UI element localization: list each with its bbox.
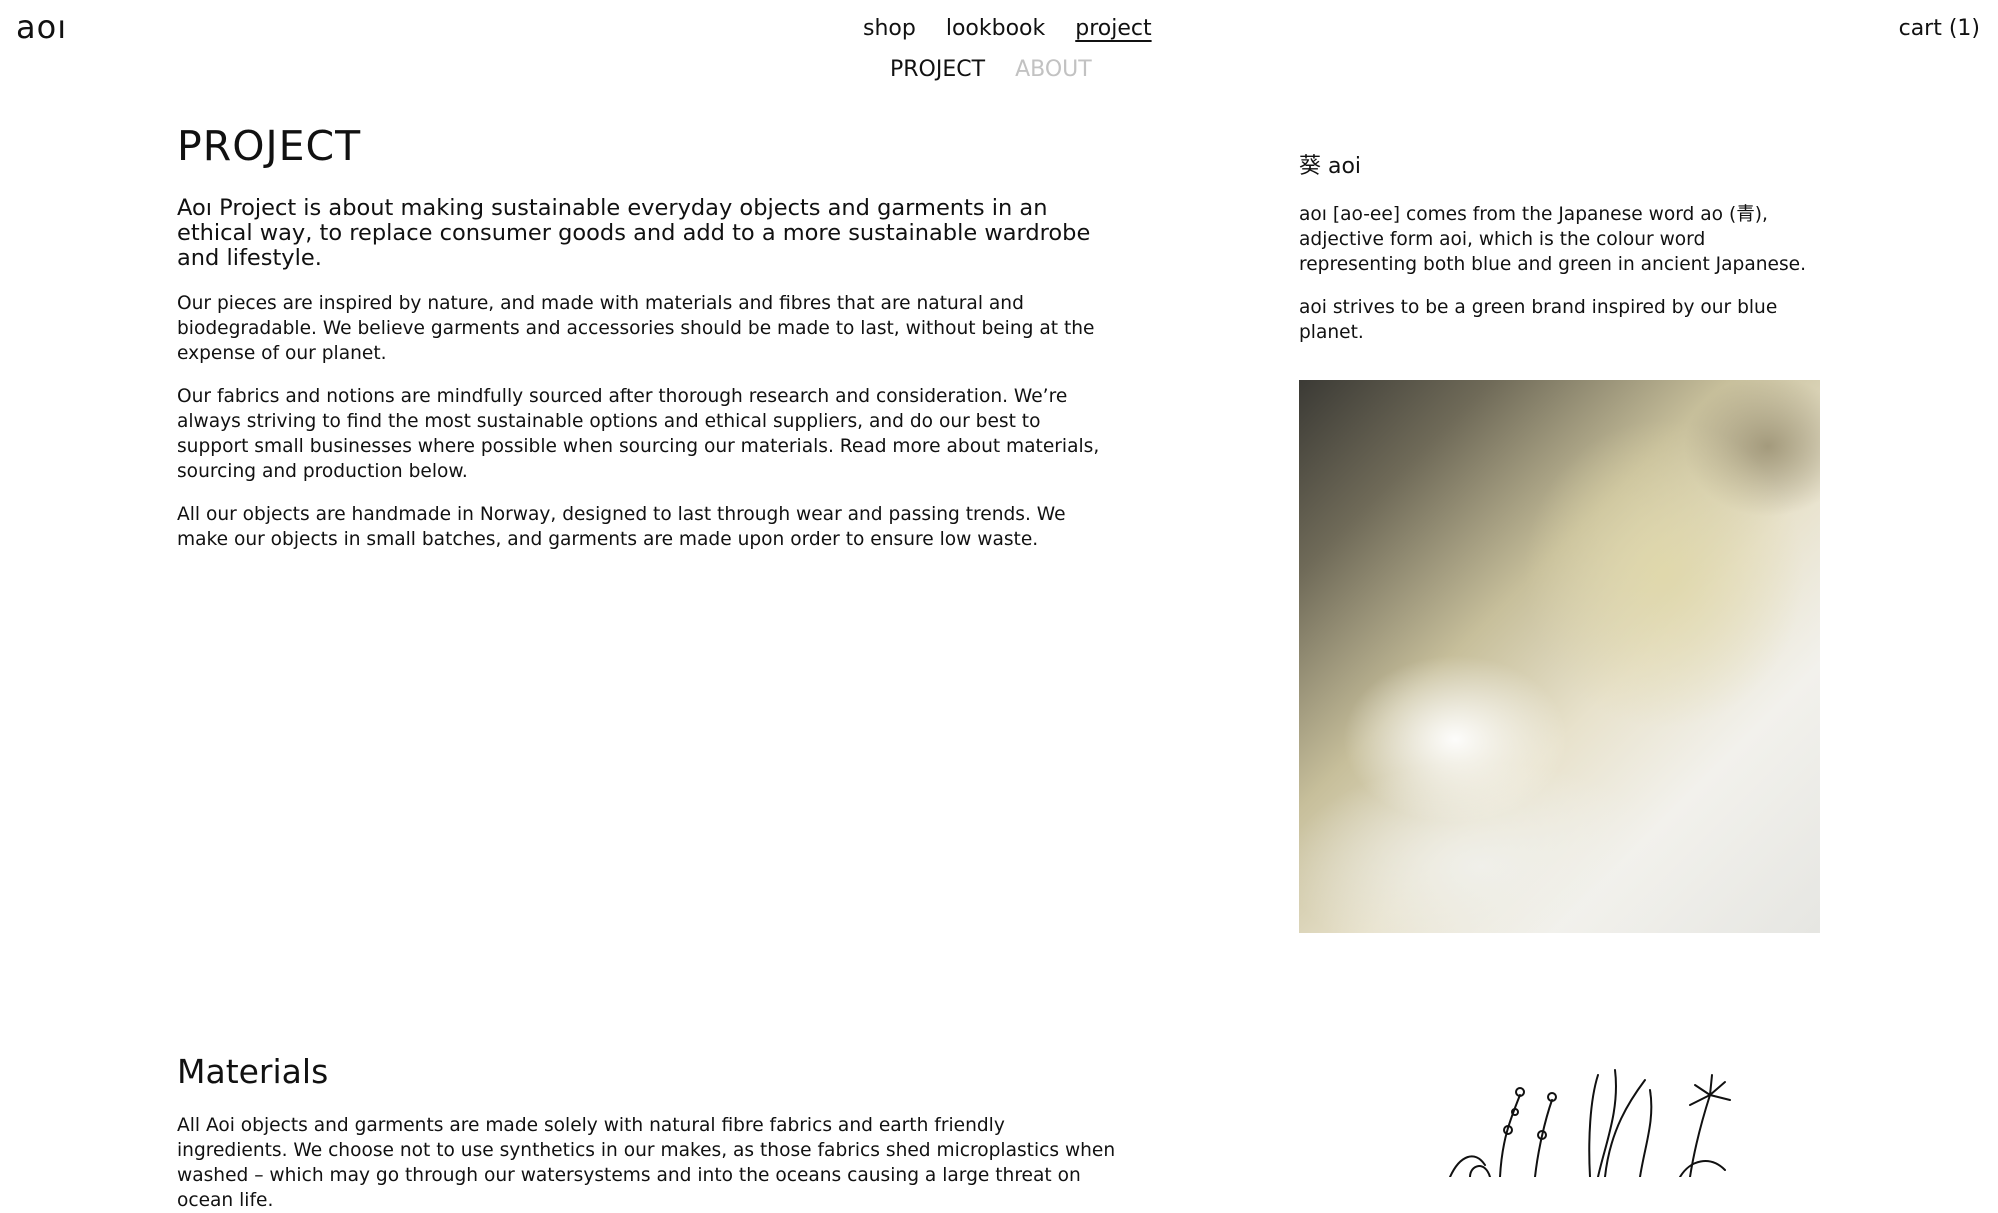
body-paragraph-2: Our fabrics and notions are mindfully so… — [177, 386, 1100, 482]
page-title: PROJECT — [177, 122, 362, 170]
aoi-heading: 葵 aoi — [1299, 154, 1362, 179]
body-paragraph-1: Our pieces are inspired by nature, and m… — [177, 293, 1095, 364]
aoi-paragraph-1: aoı [ao-ee] comes from the Japanese word… — [1299, 204, 1806, 275]
nav-lookbook[interactable]: lookbook — [946, 16, 1045, 41]
lead-paragraph: Aoı Project is about making sustainable … — [177, 195, 1091, 271]
materials-paragraph: All Aoi objects and garments are made so… — [177, 1115, 1116, 1211]
aoi-paragraph-2: aoi strives to be a green brand inspired… — [1299, 297, 1778, 343]
nav-shop[interactable]: shop — [863, 16, 916, 41]
materials-section: Materials All Aoi objects and garments a… — [177, 1052, 1117, 1213]
subnav-about[interactable]: ABOUT — [1015, 57, 1092, 82]
project-intro: PROJECT Aoı Project is about making sust… — [177, 122, 1117, 570]
materials-heading: Materials — [177, 1052, 329, 1091]
subnav-project[interactable]: PROJECT — [890, 57, 985, 82]
cart-link[interactable]: cart (1) — [1899, 16, 1980, 41]
main-nav: shop lookbook project — [863, 16, 1152, 41]
plant-illustration-icon — [1449, 1069, 1731, 1177]
brand-logo[interactable]: aoı — [16, 8, 67, 46]
sub-nav: PROJECT ABOUT — [890, 57, 1092, 82]
waterfall-photo — [1299, 380, 1820, 933]
aoi-meaning: 葵 aoi aoı [ao-ee] comes from the Japanes… — [1299, 148, 1829, 363]
body-paragraph-3: All our objects are handmade in Norway, … — [177, 504, 1066, 550]
nav-project[interactable]: project — [1075, 16, 1151, 41]
